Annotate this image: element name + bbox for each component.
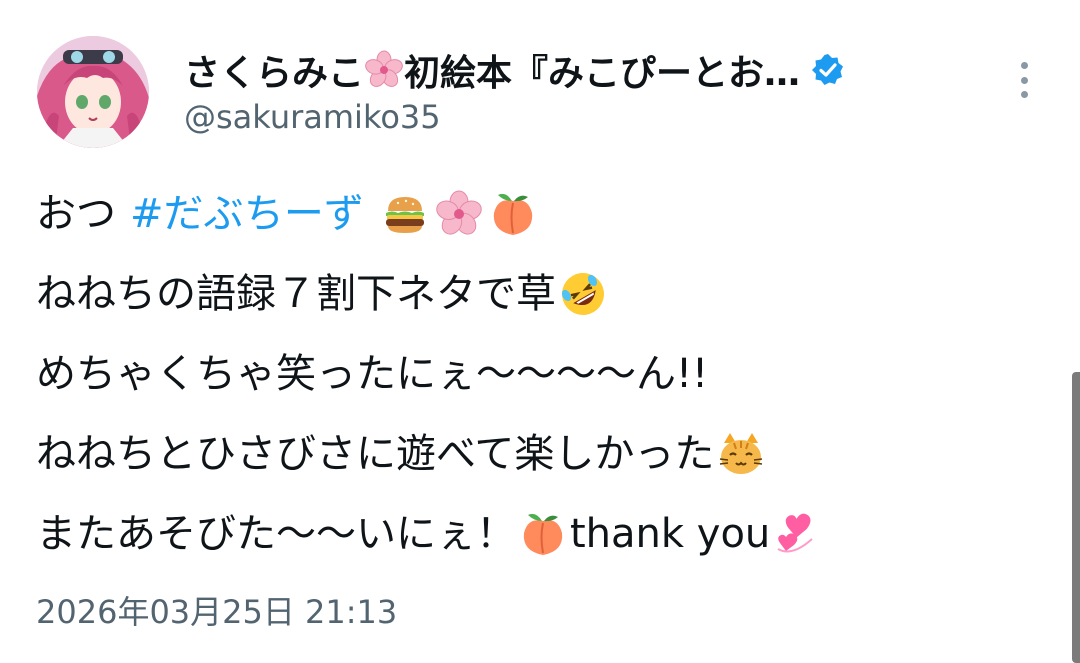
peach-icon <box>488 189 538 239</box>
more-dot <box>1020 76 1028 84</box>
display-name-row[interactable]: さくらみこ 初絵本『みこぴーとお… <box>184 44 846 96</box>
tweet-text-segment: ねねちの語録７割下ネタで草 <box>36 271 556 317</box>
tweet-line-5: またあそびた〜〜いにぇ！ thank you <box>36 494 1036 574</box>
tweet-text-segment: またあそびた〜〜いにぇ！ <box>36 511 516 557</box>
tweet-text-segment: thank you <box>570 511 771 557</box>
cat-face-icon <box>716 429 766 479</box>
more-dot <box>1020 62 1028 69</box>
tweet-text-segment: ねねちとひさびさに遊べて楽しかった <box>36 431 715 477</box>
more-dot <box>1020 91 1028 98</box>
tweet-line-1: おつ #だぶちーず <box>36 174 1036 254</box>
display-name[interactable]: さくらみこ 初絵本『みこぴーとお… <box>184 44 800 96</box>
tweet-line-4: ねねちとひさびさに遊べて楽しかった <box>36 414 1036 494</box>
rolling-laughing-face-icon <box>558 269 608 319</box>
tweet-text-segment: めちゃくちゃ笑ったにぇ〜〜〜〜ん!! <box>36 351 709 397</box>
user-handle[interactable]: @sakuramiko35 <box>184 97 441 137</box>
hamburger-icon <box>380 189 430 239</box>
verified-badge-icon[interactable] <box>810 52 846 88</box>
scrollbar[interactable] <box>1072 372 1080 663</box>
tweet-card: さくらみこ 初絵本『みこぴーとお… @sakuramiko35 おつ #だぶちー… <box>0 0 1080 663</box>
tweet-line-3: めちゃくちゃ笑ったにぇ〜〜〜〜ん!! <box>36 334 1036 414</box>
display-name-text: さくらみこ <box>184 53 365 94</box>
peach-icon <box>518 509 568 559</box>
display-name-subtitle: 初絵本『みこぴーとお… <box>404 53 801 94</box>
hashtag-link[interactable]: #だぶちーず <box>130 190 364 238</box>
revolving-hearts-icon <box>772 509 822 559</box>
tweet-timestamp[interactable]: 2026年03月25日 21:13 <box>36 590 397 634</box>
avatar[interactable] <box>37 36 149 148</box>
tweet-text: おつ #だぶちーず ねねちの語録７割下ネタで草 めちゃくちゃ笑ったにぇ〜〜〜〜ん… <box>36 174 1036 574</box>
more-options-button[interactable] <box>1004 58 1044 102</box>
tweet-line-2: ねねちの語録７割下ネタで草 <box>36 254 1036 334</box>
tweet-text-segment: おつ <box>36 191 116 237</box>
cherry-blossom-icon <box>364 50 404 90</box>
cherry-blossom-icon <box>434 189 484 239</box>
